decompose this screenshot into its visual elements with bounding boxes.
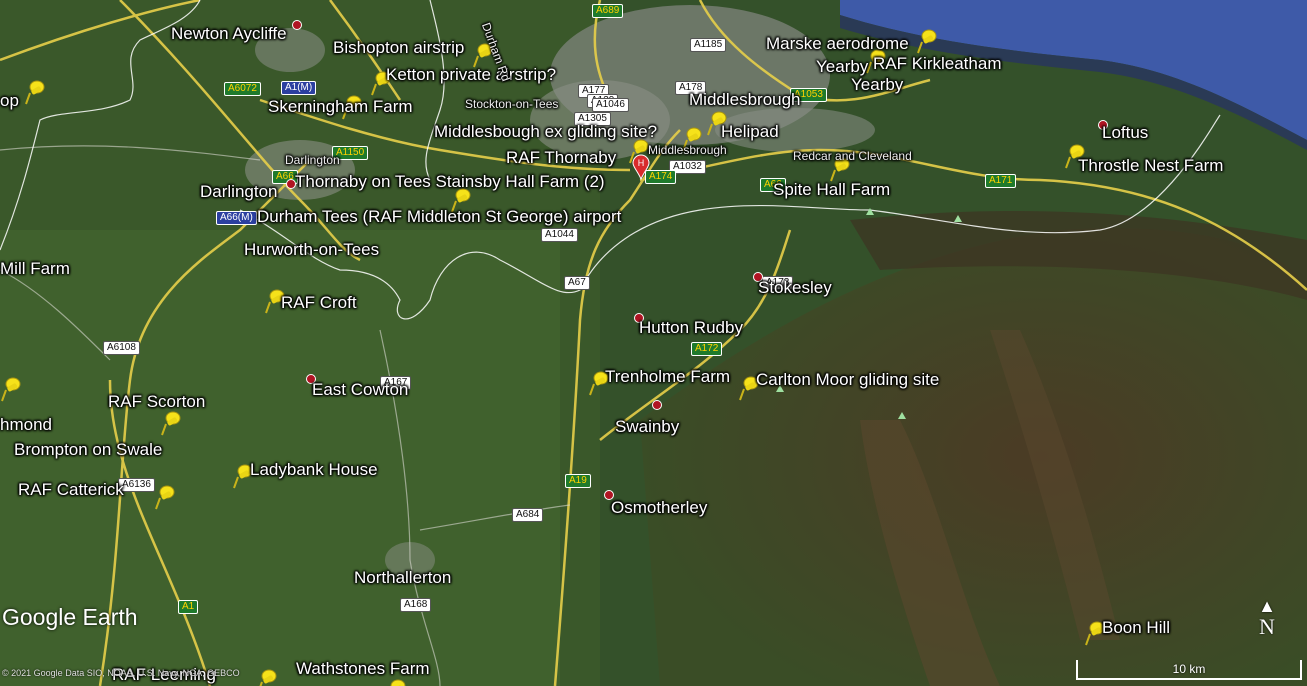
label-op: op (0, 91, 19, 110)
label-raf-thornaby: RAF Thornaby (506, 148, 617, 167)
google-earth-logo: Google Earth (2, 604, 138, 630)
label-redcar-and-cleveland: Redcar and Cleveland (793, 149, 912, 163)
road-shield-a67: A67 (564, 276, 590, 290)
copyright-text: © 2021 Google Data SIO, NOAA, U.S. Navy,… (2, 668, 240, 678)
label-carlton-moor-gliding-site: Carlton Moor gliding site (756, 370, 940, 389)
scale-bar: 10 km (1076, 660, 1302, 680)
label-throstle-nest-farm: Throstle Nest Farm (1078, 156, 1224, 175)
peak-marker (898, 412, 906, 419)
scale-label: 10 km (1172, 662, 1206, 676)
label-middlesbrough: Middlesbrough (689, 90, 801, 109)
road-shield-a168: A168 (400, 598, 432, 612)
label-raf-scorton: RAF Scorton (108, 392, 206, 411)
label-swainby: Swainby (615, 417, 680, 436)
satellite-imagery (0, 0, 1307, 686)
label-richmond: hmond (0, 415, 52, 434)
label-hurworth-on-tees: Hurworth-on-Tees (244, 240, 380, 259)
pushpin-icon[interactable] (154, 484, 176, 510)
road-shield-a19: A19 (565, 474, 591, 488)
label-wathstones-farm: Wathstones Farm (296, 659, 430, 678)
road-shield-a1044: A1044 (541, 228, 578, 242)
pushpin-icon[interactable] (628, 138, 650, 164)
pushpin-icon[interactable] (256, 668, 278, 686)
north-arrow-icon: ▲ (1258, 596, 1276, 616)
road-shield-a1: A1 (178, 600, 199, 614)
label-middlesbough-ex-gliding-site: Middlesbough ex gliding site? (434, 122, 658, 141)
label-durham-tees-airport: Durham Tees (RAF Middleton St George) ai… (257, 207, 622, 226)
road-shield-a1046: A1046 (592, 98, 629, 112)
label-newton-aycliffe: Newton Aycliffe (171, 24, 287, 43)
label-raf-croft: RAF Croft (281, 293, 357, 312)
peak-marker (866, 208, 874, 215)
label-mill-farm: Mill Farm (0, 259, 70, 278)
road-shield-a171: A171 (985, 174, 1017, 188)
map-view[interactable]: A689 A1185 A1(M) A6072 A177 A178 A139 A1… (0, 0, 1307, 686)
label-stockton-on-tees: Stockton-on-Tees (465, 97, 559, 111)
place-dot[interactable] (292, 20, 302, 30)
road-shield-a6108: A6108 (103, 341, 140, 355)
road-shield-a6072: A6072 (224, 82, 261, 96)
label-raf-catterick: RAF Catterick (18, 480, 124, 499)
label-trenholme-farm: Trenholme Farm (605, 367, 731, 386)
label-osmotherley: Osmotherley (611, 498, 708, 517)
label-thornaby-stainsby: Thornaby on Tees Stainsby Hall Farm (2) (295, 172, 605, 191)
pushpin-icon[interactable] (916, 28, 938, 54)
label-ladybank-house: Ladybank House (250, 460, 378, 479)
label-stokesley: Stokesley (758, 278, 832, 297)
label-bishopton-airstrip: Bishopton airstrip (333, 38, 465, 57)
label-helipad: Helipad (721, 122, 779, 141)
label-raf-kirkleatham: RAF Kirkleatham (873, 54, 1002, 73)
pushpin-icon[interactable] (0, 376, 22, 402)
label-brompton-on-swale: Brompton on Swale (14, 440, 163, 459)
label-northallerton: Northallerton (354, 568, 452, 587)
label-darlington: Darlington (200, 182, 278, 201)
label-darlington-small: Darlington (285, 153, 340, 167)
label-east-cowton: East Cowton (312, 380, 409, 399)
label-loftus: Loftus (1102, 123, 1149, 142)
road-shield-a172: A172 (691, 342, 723, 356)
pushpin-icon[interactable] (385, 678, 407, 686)
north-label: N (1259, 614, 1275, 639)
road-shield-a684: A684 (512, 508, 544, 522)
label-marske-aerodrome: Marske aerodrome (766, 34, 909, 53)
label-boon-hill: Boon Hill (1102, 618, 1171, 637)
pushpin-icon[interactable] (24, 79, 46, 105)
road-shield-a1185: A1185 (690, 38, 727, 52)
label-ketton-private-airstrip: Ketton private airstrip? (386, 65, 557, 84)
label-skerningham-farm: Skerningham Farm (268, 97, 413, 116)
label-middlesbrough-small: Middlesbrough (648, 143, 727, 157)
road-shield-a1m: A1(M) (281, 81, 317, 95)
road-shield-a689: A689 (592, 4, 624, 18)
peak-marker (954, 215, 962, 222)
road-shield-a66m: A66(M) (216, 211, 257, 225)
label-yearby-2: Yearby (851, 75, 904, 94)
north-indicator[interactable]: ▲ N (1254, 597, 1280, 639)
label-yearby-1: Yearby (816, 57, 869, 76)
pushpin-icon[interactable] (160, 410, 182, 436)
label-spite-hall-farm: Spite Hall Farm (773, 180, 891, 199)
place-dot[interactable] (652, 400, 662, 410)
label-hutton-rudby: Hutton Rudby (639, 318, 743, 337)
